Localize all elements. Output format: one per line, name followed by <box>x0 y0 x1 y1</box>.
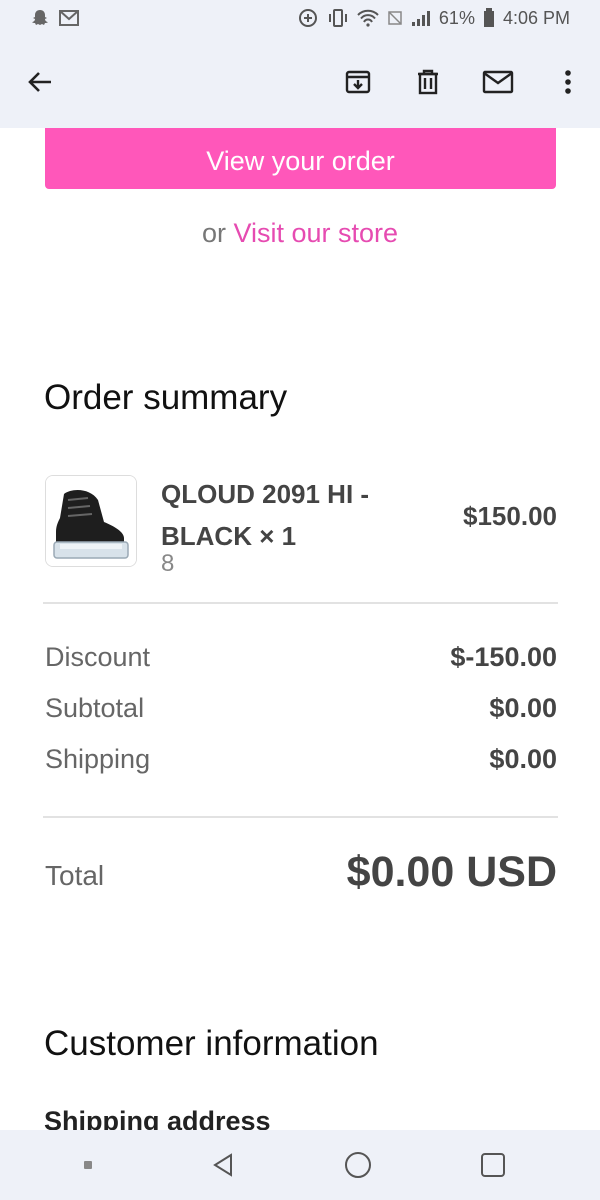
shoe-icon <box>46 476 136 566</box>
subtotal-value: $0.00 <box>489 693 557 723</box>
shipping-label: Shipping <box>45 744 151 774</box>
more-vert-icon[interactable] <box>550 64 586 100</box>
signal-icon <box>411 9 431 27</box>
delete-icon[interactable] <box>410 64 446 100</box>
vibrate-icon <box>327 7 349 29</box>
subtotal-label: Subtotal <box>45 693 145 723</box>
view-order-label: View your order <box>206 146 395 176</box>
battery-icon <box>483 8 495 28</box>
nav-home-icon[interactable] <box>338 1145 378 1185</box>
product-row: QLOUD 2091 HI - BLACK × 1 8 $150.00 <box>45 473 557 583</box>
clock: 4:06 PM <box>502 7 570 28</box>
visit-store-link[interactable]: Visit our store <box>233 218 398 248</box>
nav-recents-icon[interactable] <box>473 1145 513 1185</box>
product-price: $150.00 <box>463 501 557 531</box>
status-right: 61% 4:06 PM <box>297 7 570 29</box>
subtotal-row: Subtotal $0.00 <box>45 693 557 733</box>
store-prefix: or <box>201 218 226 248</box>
status-left <box>30 8 80 28</box>
store-line: or Visit our store <box>0 218 600 249</box>
product-image <box>45 475 137 567</box>
shipping-row: Shipping $0.00 <box>45 744 557 784</box>
mail-icon[interactable] <box>480 64 516 100</box>
shipping-address-heading: Shipping address <box>44 1106 271 1130</box>
no-sim-icon <box>387 10 403 26</box>
gmail-icon <box>58 9 80 27</box>
battery-percent: 61% <box>438 7 475 28</box>
product-variant: 8 <box>161 550 175 577</box>
discount-label: Discount <box>45 642 151 672</box>
shipping-value: $0.00 <box>489 744 557 774</box>
app-bar-actions <box>340 64 586 100</box>
email-body: View your order or Visit our store Order… <box>0 128 600 1130</box>
status-bar: 61% 4:06 PM <box>0 0 600 36</box>
nav-back-icon[interactable] <box>203 1145 243 1185</box>
archive-icon[interactable] <box>340 64 376 100</box>
view-order-button[interactable]: View your order <box>45 128 556 189</box>
total-row: Total $0.00 USD <box>45 848 557 908</box>
data-saver-icon <box>297 7 319 29</box>
back-arrow-icon[interactable] <box>22 64 58 100</box>
discount-row: Discount $-150.00 <box>45 642 557 682</box>
divider <box>43 602 558 604</box>
app-bar <box>0 36 600 128</box>
customer-info-title: Customer information <box>44 1024 379 1063</box>
product-name: QLOUD 2091 HI - BLACK × 1 <box>161 479 370 551</box>
discount-value: $-150.00 <box>450 642 557 672</box>
total-label: Total <box>45 860 105 891</box>
wifi-icon <box>357 9 379 27</box>
nav-bar <box>0 1130 600 1200</box>
order-summary-title: Order summary <box>44 378 288 417</box>
divider <box>43 816 558 818</box>
total-value: $0.00 USD <box>346 848 557 896</box>
nav-dot-icon[interactable] <box>68 1145 108 1185</box>
snapchat-icon <box>30 8 50 28</box>
